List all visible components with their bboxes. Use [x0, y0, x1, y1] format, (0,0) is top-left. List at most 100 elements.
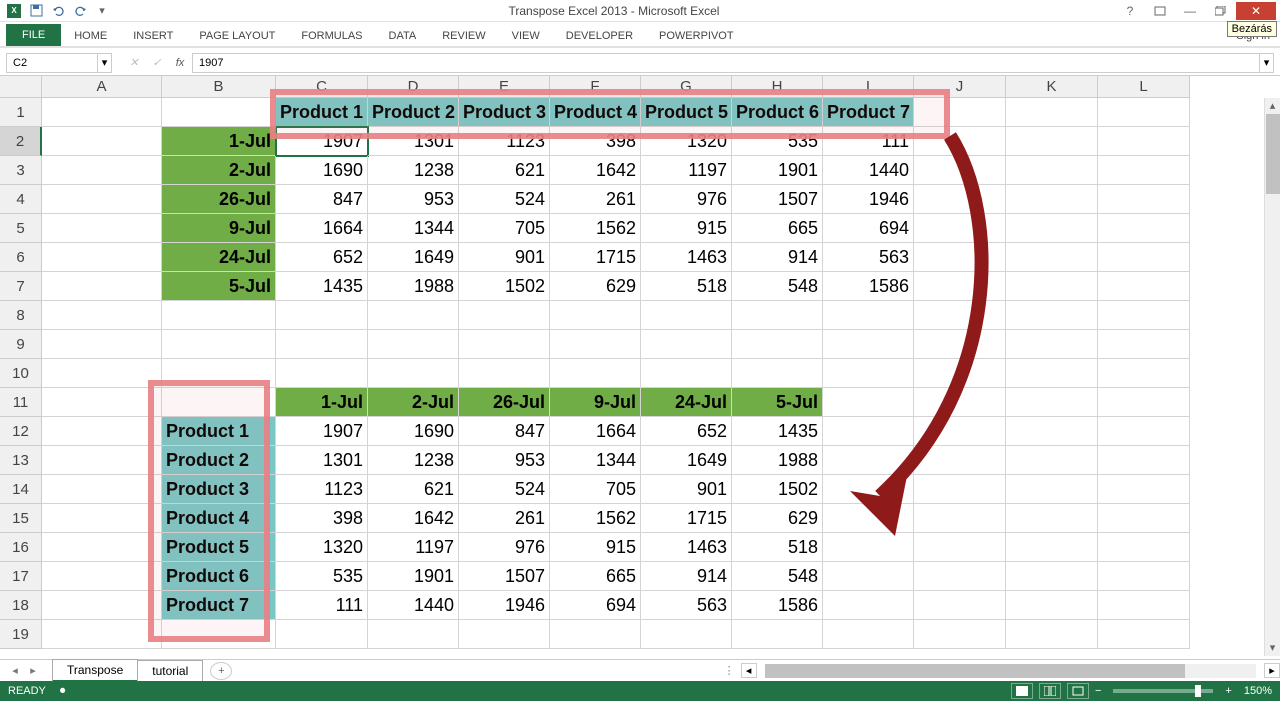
- cell-F2[interactable]: 398: [550, 127, 641, 156]
- spreadsheet-grid[interactable]: ABCDEFGHIJKL 123456789101112131415161718…: [0, 76, 1280, 659]
- cell-E10[interactable]: [459, 359, 550, 388]
- cell-L10[interactable]: [1098, 359, 1190, 388]
- col-head-L[interactable]: L: [1098, 76, 1190, 98]
- cell-C9[interactable]: [276, 330, 368, 359]
- cell-E2[interactable]: 1123: [459, 127, 550, 156]
- cell-G16[interactable]: 1463: [641, 533, 732, 562]
- cell-D8[interactable]: [368, 301, 459, 330]
- cell-L12[interactable]: [1098, 417, 1190, 446]
- cell-J1[interactable]: [914, 98, 1006, 127]
- cell-L1[interactable]: [1098, 98, 1190, 127]
- cell-C14[interactable]: 1123: [276, 475, 368, 504]
- fx-icon[interactable]: fx: [170, 53, 190, 73]
- cell-G6[interactable]: 1463: [641, 243, 732, 272]
- cell-A18[interactable]: [42, 591, 162, 620]
- row-head-10[interactable]: 10: [0, 359, 42, 388]
- tab-powerpivot[interactable]: POWERPIVOT: [646, 26, 747, 46]
- cell-J5[interactable]: [914, 214, 1006, 243]
- cell-D14[interactable]: 621: [368, 475, 459, 504]
- cell-K3[interactable]: [1006, 156, 1098, 185]
- cell-D15[interactable]: 1642: [368, 504, 459, 533]
- tab-formulas[interactable]: FORMULAS: [288, 26, 375, 46]
- cell-K12[interactable]: [1006, 417, 1098, 446]
- cell-H14[interactable]: 1502: [732, 475, 823, 504]
- row-head-15[interactable]: 15: [0, 504, 42, 533]
- cell-B13[interactable]: Product 2: [162, 446, 276, 475]
- cell-L19[interactable]: [1098, 620, 1190, 649]
- cell-H3[interactable]: 1901: [732, 156, 823, 185]
- cell-H15[interactable]: 629: [732, 504, 823, 533]
- new-sheet-button[interactable]: +: [210, 662, 232, 680]
- cell-F7[interactable]: 629: [550, 272, 641, 301]
- cell-L6[interactable]: [1098, 243, 1190, 272]
- cell-C17[interactable]: 535: [276, 562, 368, 591]
- cell-K4[interactable]: [1006, 185, 1098, 214]
- cell-L17[interactable]: [1098, 562, 1190, 591]
- cell-F15[interactable]: 1562: [550, 504, 641, 533]
- cell-I7[interactable]: 1586: [823, 272, 914, 301]
- cell-D4[interactable]: 953: [368, 185, 459, 214]
- cell-I4[interactable]: 1946: [823, 185, 914, 214]
- cell-F4[interactable]: 261: [550, 185, 641, 214]
- cell-H2[interactable]: 535: [732, 127, 823, 156]
- cell-A4[interactable]: [42, 185, 162, 214]
- tab-view[interactable]: VIEW: [499, 26, 553, 46]
- cell-K10[interactable]: [1006, 359, 1098, 388]
- cell-C16[interactable]: 1320: [276, 533, 368, 562]
- cell-F13[interactable]: 1344: [550, 446, 641, 475]
- zoom-level[interactable]: 150%: [1244, 685, 1272, 697]
- cell-G2[interactable]: 1320: [641, 127, 732, 156]
- sheet-tab-tutorial[interactable]: tutorial: [137, 660, 203, 681]
- cell-A5[interactable]: [42, 214, 162, 243]
- col-head-A[interactable]: A: [42, 76, 162, 98]
- tab-developer[interactable]: DEVELOPER: [553, 26, 646, 46]
- cell-C13[interactable]: 1301: [276, 446, 368, 475]
- cell-G9[interactable]: [641, 330, 732, 359]
- cell-B4[interactable]: 26-Jul: [162, 185, 276, 214]
- sheet-nav-next-icon[interactable]: ▸: [24, 662, 42, 680]
- cell-E3[interactable]: 621: [459, 156, 550, 185]
- col-head-F[interactable]: F: [550, 76, 641, 98]
- row-head-13[interactable]: 13: [0, 446, 42, 475]
- cell-F14[interactable]: 705: [550, 475, 641, 504]
- cell-B18[interactable]: Product 7: [162, 591, 276, 620]
- cell-J12[interactable]: [914, 417, 1006, 446]
- qat-dropdown-icon[interactable]: ▾: [92, 2, 112, 20]
- cell-C4[interactable]: 847: [276, 185, 368, 214]
- cell-B5[interactable]: 9-Jul: [162, 214, 276, 243]
- tab-insert[interactable]: INSERT: [120, 26, 186, 46]
- cell-D3[interactable]: 1238: [368, 156, 459, 185]
- cell-I10[interactable]: [823, 359, 914, 388]
- cell-B7[interactable]: 5-Jul: [162, 272, 276, 301]
- cell-K17[interactable]: [1006, 562, 1098, 591]
- col-head-B[interactable]: B: [162, 76, 276, 98]
- cell-H5[interactable]: 665: [732, 214, 823, 243]
- cell-G19[interactable]: [641, 620, 732, 649]
- cell-J11[interactable]: [914, 388, 1006, 417]
- name-box[interactable]: C2: [6, 53, 98, 73]
- cell-G8[interactable]: [641, 301, 732, 330]
- scroll-thumb[interactable]: [1266, 114, 1280, 194]
- scroll-down-icon[interactable]: ▾: [1265, 640, 1280, 656]
- cell-J2[interactable]: [914, 127, 1006, 156]
- cell-I11[interactable]: [823, 388, 914, 417]
- cell-I12[interactable]: [823, 417, 914, 446]
- row-head-4[interactable]: 4: [0, 185, 42, 214]
- cell-D13[interactable]: 1238: [368, 446, 459, 475]
- cell-L18[interactable]: [1098, 591, 1190, 620]
- cell-A9[interactable]: [42, 330, 162, 359]
- cell-B6[interactable]: 24-Jul: [162, 243, 276, 272]
- cell-C3[interactable]: 1690: [276, 156, 368, 185]
- cell-K9[interactable]: [1006, 330, 1098, 359]
- cell-H1[interactable]: Product 6: [732, 98, 823, 127]
- cell-A1[interactable]: [42, 98, 162, 127]
- cell-E17[interactable]: 1507: [459, 562, 550, 591]
- cell-K8[interactable]: [1006, 301, 1098, 330]
- scroll-up-icon[interactable]: ▴: [1265, 98, 1280, 114]
- cell-A10[interactable]: [42, 359, 162, 388]
- hscroll-thumb[interactable]: [765, 664, 1185, 678]
- cell-F9[interactable]: [550, 330, 641, 359]
- cell-F10[interactable]: [550, 359, 641, 388]
- cell-D6[interactable]: 1649: [368, 243, 459, 272]
- cell-A8[interactable]: [42, 301, 162, 330]
